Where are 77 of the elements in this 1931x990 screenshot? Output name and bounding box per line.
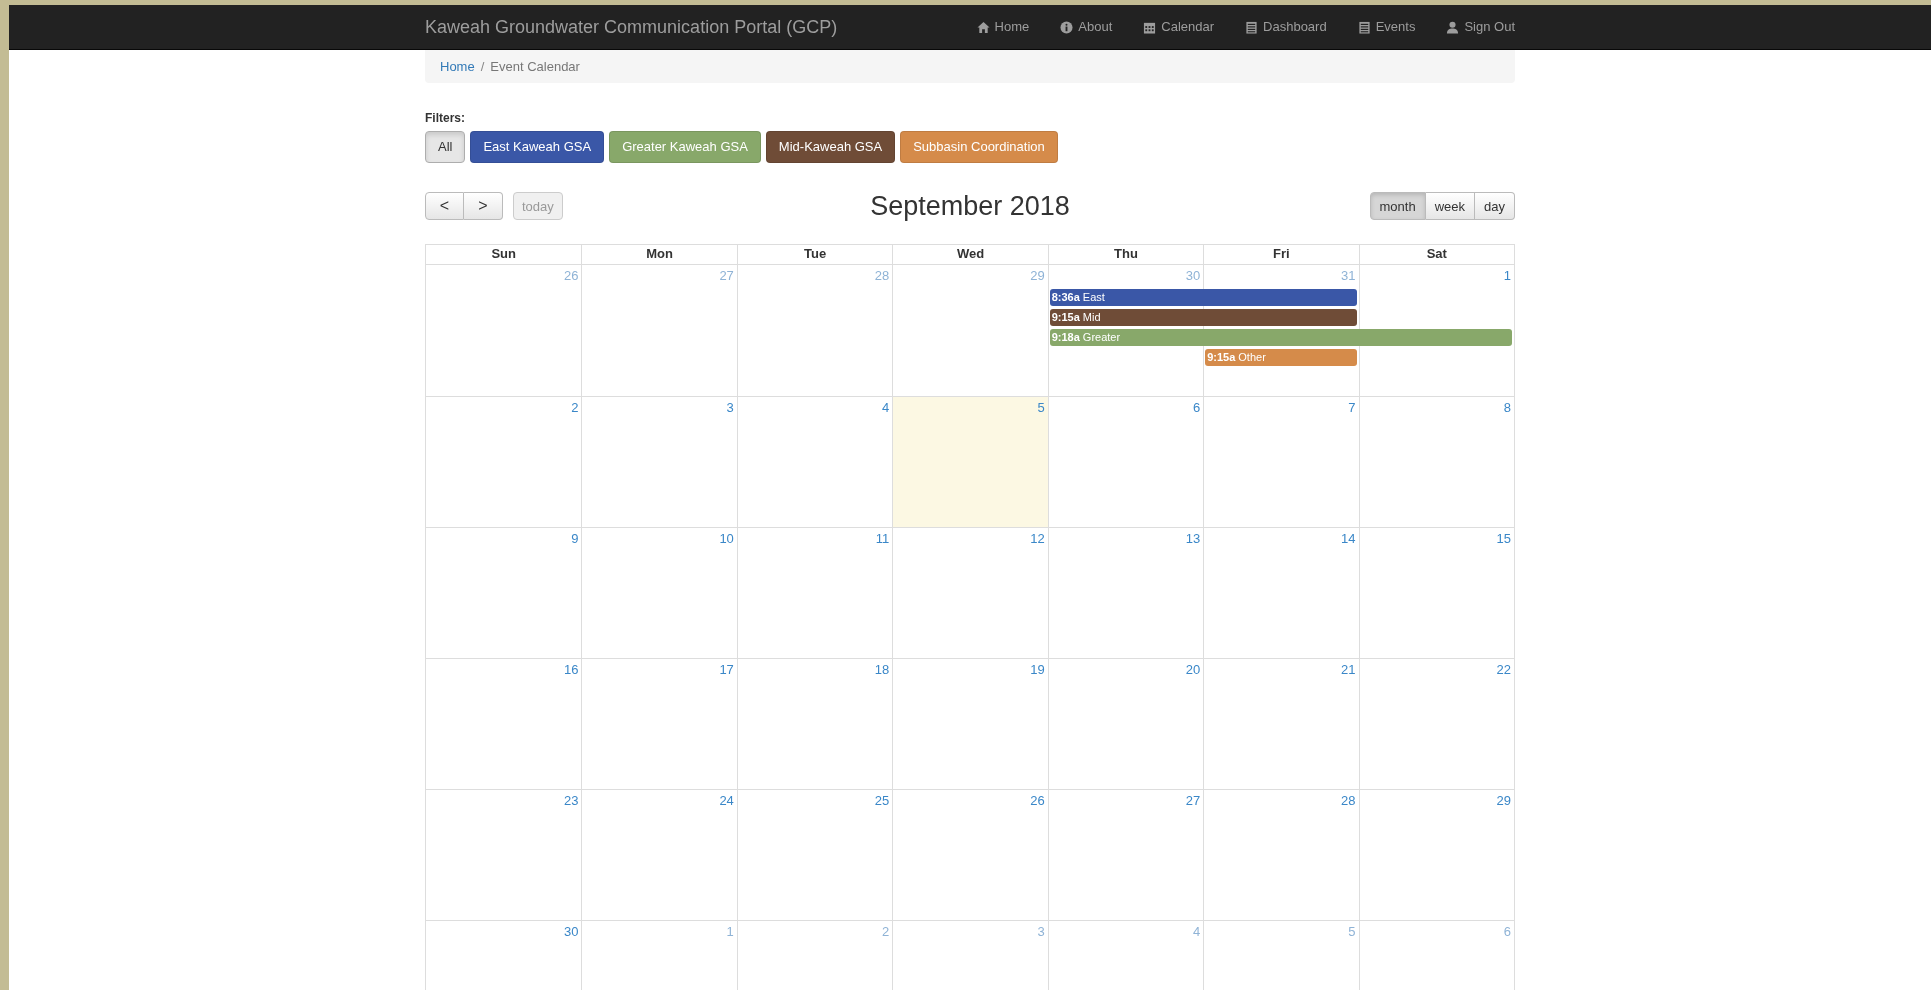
day-number: 29 — [1496, 792, 1511, 808]
nav-link[interactable]: Sign Out — [1446, 17, 1515, 37]
day-number: 9 — [571, 530, 579, 546]
day-number: 6 — [1503, 923, 1511, 939]
calendar-icon — [1143, 20, 1157, 34]
day-number: 7 — [1348, 399, 1356, 415]
day-number: 25 — [874, 792, 890, 808]
next-button[interactable]: > — [464, 192, 503, 221]
day-number: 29 — [1030, 267, 1045, 283]
day-number: 5 — [1037, 399, 1045, 415]
day-number: 18 — [874, 661, 890, 677]
filter-button[interactable]: All — [425, 131, 466, 163]
day-number: 10 — [719, 530, 734, 546]
breadcrumb-separator: / — [480, 57, 485, 76]
day-number: 11 — [875, 530, 890, 546]
day-number: 2 — [571, 399, 579, 415]
calendar-title: September 2018 — [870, 190, 1070, 223]
day-number: 3 — [726, 399, 734, 415]
info-icon — [1060, 20, 1074, 34]
nav-link[interactable]: Calendar — [1143, 17, 1215, 37]
weekday-header: Fri — [1203, 244, 1359, 264]
breadcrumb-current: Event Calendar — [490, 57, 580, 76]
day-number: 2 — [882, 923, 890, 939]
day-number: 26 — [1030, 792, 1045, 808]
day-number: 30 — [563, 923, 579, 939]
day-number: 14 — [1341, 530, 1356, 546]
view-tab[interactable]: day — [1475, 192, 1515, 221]
day-number: 8 — [1503, 399, 1511, 415]
home-icon — [976, 20, 990, 34]
calendar-event[interactable]: 8:36a East — [1049, 289, 1357, 306]
day-number: 6 — [1192, 399, 1201, 415]
day-number: 24 — [719, 792, 734, 808]
day-number: 27 — [1185, 792, 1201, 808]
list-icon — [1245, 20, 1259, 34]
weekday-header: Thu — [1047, 244, 1204, 264]
day-number: 17 — [719, 661, 734, 677]
breadcrumb-link[interactable]: Home — [440, 56, 475, 77]
day-number: 31 — [1341, 267, 1356, 283]
day-number: 23 — [563, 792, 579, 808]
filters-label: Filters: — [425, 110, 466, 127]
day-number: 16 — [563, 661, 579, 677]
nav-link[interactable]: Home — [976, 17, 1030, 37]
day-number: 20 — [1185, 661, 1201, 677]
weekday-header: Tue — [736, 244, 893, 264]
day-number: 3 — [1037, 923, 1045, 939]
nav-link[interactable]: About — [1060, 17, 1113, 37]
weekday-header: Sat — [1358, 244, 1514, 264]
day-number: 22 — [1496, 661, 1511, 677]
day-number: 4 — [882, 399, 890, 415]
day-number: 13 — [1185, 530, 1201, 546]
day-number: 19 — [1030, 661, 1045, 677]
day-number: 4 — [1192, 923, 1201, 939]
day-number: 21 — [1341, 661, 1356, 677]
filter-button[interactable]: East Kaweah GSA — [470, 131, 605, 163]
site-title[interactable]: Kaweah Groundwater Communication Portal (GCP) — [425, 13, 838, 41]
filter-button[interactable]: Mid-Kaweah GSA — [765, 131, 896, 163]
weekday-header: Wed — [892, 244, 1048, 264]
day-number: 15 — [1496, 530, 1511, 546]
day-number: 1 — [1503, 267, 1511, 283]
day-number: 27 — [719, 267, 734, 283]
calendar-event[interactable]: 9:15a Mid — [1049, 309, 1357, 326]
nav-link[interactable]: Events — [1357, 17, 1416, 37]
weekday-header: Mon — [581, 244, 737, 264]
day-number: 1 — [726, 923, 734, 939]
nav-link[interactable]: Dashboard — [1245, 17, 1327, 37]
day-number: 30 — [1185, 267, 1201, 283]
user-icon — [1446, 20, 1460, 34]
day-number: 28 — [1341, 792, 1356, 808]
weekday-header: Sun — [490, 245, 517, 264]
day-number: 28 — [874, 267, 890, 283]
day-number: 12 — [1030, 530, 1045, 546]
list-icon — [1357, 20, 1371, 34]
view-tab[interactable]: month — [1369, 192, 1426, 221]
previous-button[interactable]: < — [425, 192, 464, 221]
view-tab[interactable]: week — [1425, 192, 1475, 221]
day-number: 5 — [1348, 923, 1356, 939]
day-number: 26 — [563, 267, 579, 283]
